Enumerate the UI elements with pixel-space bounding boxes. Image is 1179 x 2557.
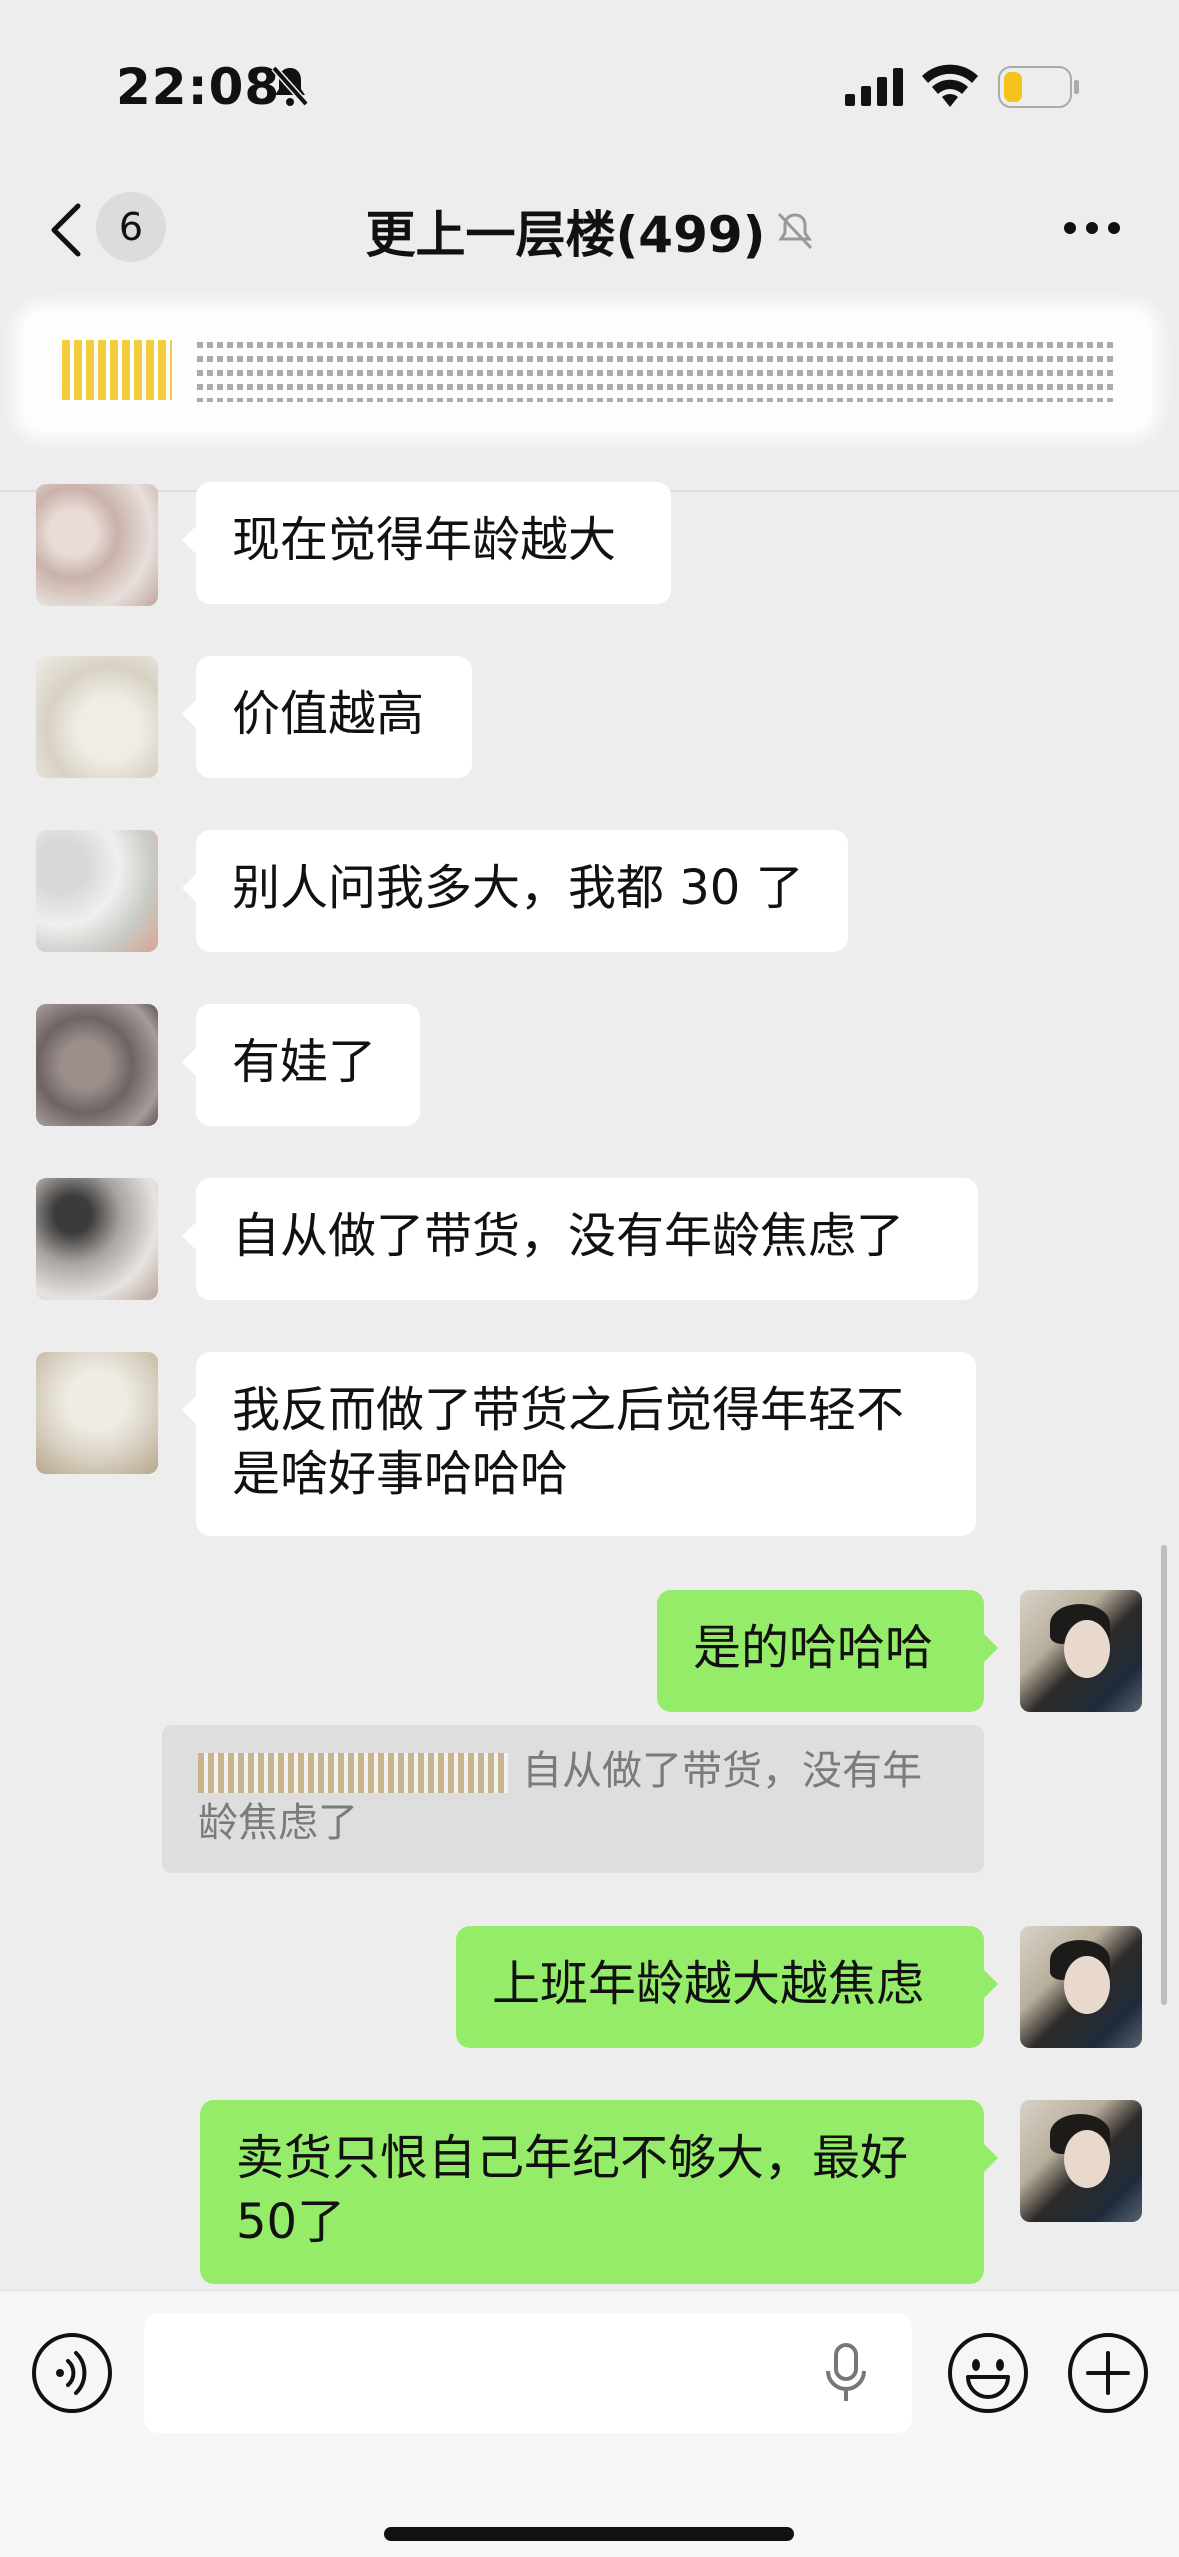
home-indicator[interactable]	[384, 2527, 794, 2541]
message-input[interactable]	[144, 2313, 912, 2433]
self-message-bubble[interactable]: 卖货只恨自己年纪不够大，最好50了	[200, 2100, 998, 2284]
avatar-face	[1064, 2130, 1110, 2188]
self-message-bubble[interactable]: 上班年龄越大越焦虑	[456, 1926, 998, 2048]
voice-icon[interactable]	[30, 2331, 114, 2415]
message-bubble[interactable]: 自从做了带货，没有年龄焦虑了	[182, 1178, 978, 1300]
avatar[interactable]	[36, 484, 158, 606]
mute-bell-icon	[271, 65, 309, 107]
nav-bar: 6 更上一层楼(499)	[0, 170, 1179, 290]
plus-icon[interactable]	[1066, 2331, 1150, 2415]
message-bubble[interactable]: 现在觉得年龄越大	[182, 482, 671, 604]
message-bubble[interactable]: 别人问我多大，我都 30 了	[182, 830, 848, 952]
message-bubble[interactable]: 价值越高	[182, 656, 472, 778]
avatar-face	[1064, 1620, 1110, 1678]
chat-title: 更上一层楼(499)	[0, 195, 1179, 267]
scrollbar[interactable]	[1161, 1545, 1167, 2005]
message-bubble[interactable]: 有娃了	[182, 1004, 420, 1126]
signal-icon	[845, 68, 903, 106]
self-avatar[interactable]	[1020, 1926, 1142, 2048]
quoted-sender-blurred	[198, 1753, 508, 1793]
avatar[interactable]	[36, 1178, 158, 1300]
self-message-bubble[interactable]: 是的哈哈哈	[657, 1590, 998, 1712]
avatar[interactable]	[36, 656, 158, 778]
message-bubble[interactable]: 我反而做了带货之后觉得年轻不是啥好事哈哈哈	[182, 1352, 976, 1536]
pinned-text-blurred	[197, 342, 1117, 402]
avatar[interactable]	[36, 830, 158, 952]
avatar[interactable]	[36, 1004, 158, 1126]
avatar-face	[1064, 1956, 1110, 2014]
more-icon[interactable]	[1062, 220, 1122, 236]
muted-bell-icon	[777, 212, 812, 250]
mic-icon[interactable]	[822, 2343, 870, 2403]
emoji-icon[interactable]	[946, 2331, 1030, 2415]
status-bar: 22:08	[0, 0, 1179, 150]
self-avatar[interactable]	[1020, 2100, 1142, 2222]
wifi-icon	[922, 64, 978, 107]
chat-title-text: 更上一层楼(499)	[365, 206, 766, 264]
status-time: 22:08	[116, 58, 281, 116]
pinned-announcement-banner[interactable]	[22, 310, 1152, 432]
input-bar	[0, 2290, 1179, 2557]
pinned-thumbnail	[62, 340, 172, 400]
avatar[interactable]	[36, 1352, 158, 1474]
battery-icon	[998, 66, 1079, 108]
self-avatar[interactable]	[1020, 1590, 1142, 1712]
quoted-reply[interactable]: 自从做了带货，没有年龄焦虑了	[162, 1725, 984, 1873]
